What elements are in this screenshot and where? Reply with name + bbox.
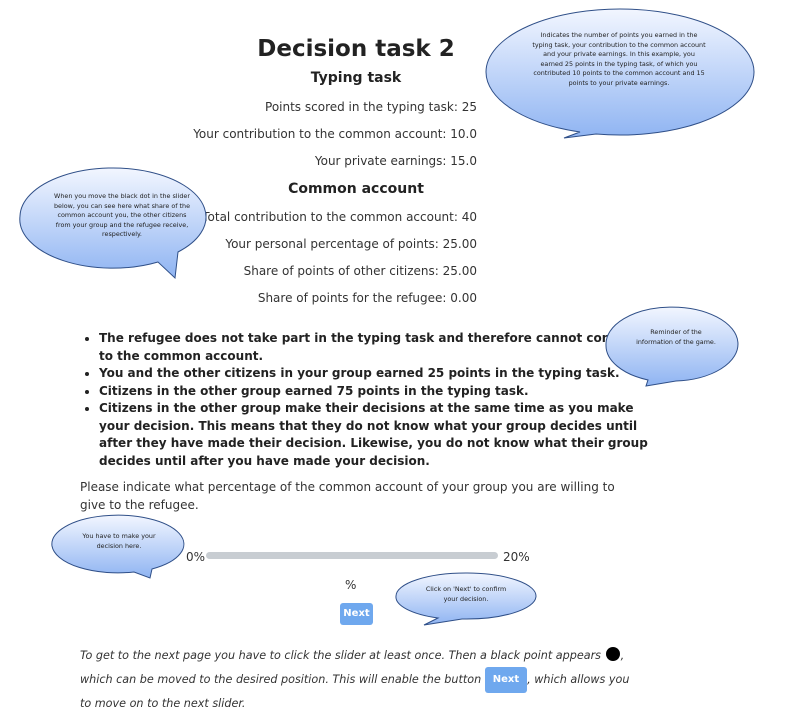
callout-bubbles	[19, 8, 755, 626]
callout-earnings: Indicates the number of points you earne…	[532, 31, 706, 87]
callout-reminder: Reminder of the information of the game.	[636, 328, 716, 346]
callout-decision: You have to make your decision here.	[82, 532, 156, 550]
callout-slider-share: When you move the black dot in the slide…	[53, 192, 191, 238]
callout-next: Click on 'Next' to confirm your decision…	[425, 585, 507, 603]
